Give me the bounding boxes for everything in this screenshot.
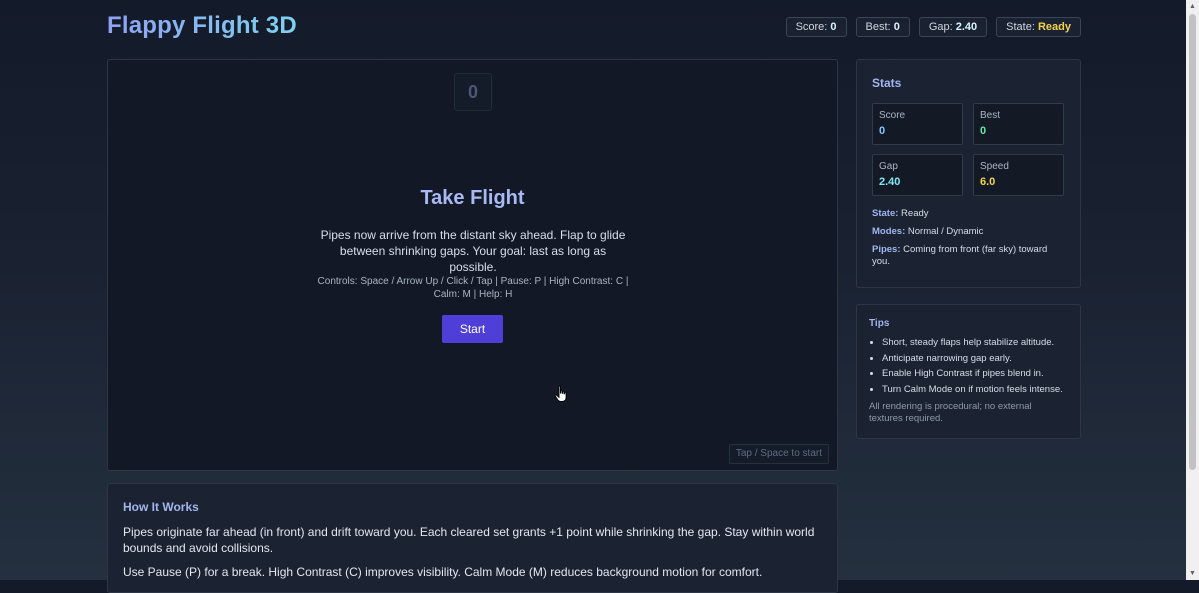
stat-speed-value: 6.0 <box>980 176 996 188</box>
tips-panel: Tips Short, steady flaps help stabilize … <box>856 304 1081 439</box>
tips-title: Tips <box>869 318 890 329</box>
how-it-works-text-2: Use Pause (P) for a break. High Contrast… <box>123 565 763 579</box>
game-canvas[interactable]: 0 Take Flight Pipes now arrive from the … <box>107 59 838 471</box>
cursor-icon <box>554 385 567 402</box>
hud-score-value: 0 <box>830 21 837 33</box>
page-scrollbar[interactable]: ▲ ▼ <box>1186 0 1199 580</box>
app-title: Flappy Flight 3D <box>107 12 297 39</box>
hud-state-chip: State: Ready <box>996 17 1081 37</box>
stat-state-value: Ready <box>901 208 929 219</box>
tips-list: Short, steady flaps help stabilize altit… <box>869 335 1068 397</box>
stat-tile-score: Score 0 <box>872 103 963 145</box>
stat-tile-speed: Speed 6.0 <box>973 154 1064 196</box>
hud-best-chip: Best: 0 <box>855 17 910 37</box>
live-score-display: 0 <box>454 73 492 111</box>
hud-gap-label: Gap: <box>928 21 953 33</box>
stat-tile-gap: Gap 2.40 <box>872 154 963 196</box>
how-it-works-text-1: Pipes originate far ahead (in front) and… <box>123 525 815 555</box>
hud-score-chip: Score: 0 <box>785 17 847 37</box>
stats-title: Stats <box>872 76 902 90</box>
stat-pipes-label: Pipes: <box>872 244 901 255</box>
stat-pipes-row: Pipes: Coming from front (far sky) towar… <box>872 244 1065 268</box>
how-it-works-panel: How It Works Pipes originate far ahead (… <box>107 483 838 593</box>
hud-bar: Score: 0 Best: 0 Gap: 2.40 State: Ready <box>785 17 1081 37</box>
tip-item: Anticipate narrowing gap early. <box>882 351 1068 367</box>
stat-best-value: 0 <box>980 125 987 137</box>
stats-panel: Stats Score 0 Best 0 Gap 2.40 Speed 6.0 … <box>856 59 1081 288</box>
stat-score-label: Score <box>879 110 906 121</box>
page: Flappy Flight 3D Score: 0 Best: 0 Gap: 2… <box>0 0 1186 593</box>
stat-modes-row: Modes: Normal / Dynamic <box>872 226 1065 238</box>
stat-best-label: Best <box>980 110 1001 121</box>
tip-item: Short, steady flaps help stabilize altit… <box>882 335 1068 351</box>
hud-score-label: Score: <box>795 21 828 33</box>
stat-gap-label: Gap <box>879 161 898 172</box>
hud-state-value: Ready <box>1037 21 1071 33</box>
stat-modes-label: Modes: <box>872 226 906 237</box>
stat-tile-best: Best 0 <box>973 103 1064 145</box>
scroll-up-icon[interactable]: ▲ <box>1186 0 1199 13</box>
start-hint: Tap / Space to start <box>728 444 829 464</box>
overlay-description: Pipes now arrive from the distant sky ah… <box>320 228 626 274</box>
overlay-controls: Controls: Space / Arrow Up / Click / Tap… <box>317 276 629 300</box>
hud-best-label: Best: <box>865 21 891 33</box>
stats-grid: Score 0 Best 0 Gap 2.40 Speed 6.0 <box>872 103 1065 196</box>
stat-gap-value: 2.40 <box>879 176 901 188</box>
scrollbar-thumb[interactable] <box>1189 14 1196 470</box>
tip-item: Enable High Contrast if pipes blend in. <box>882 366 1068 382</box>
stat-modes-value: Normal / Dynamic <box>907 226 984 237</box>
start-button[interactable]: Start <box>442 315 503 343</box>
stat-state-row: State: Ready <box>872 208 1065 220</box>
stats-details: State: Ready Modes: Normal / Dynamic Pip… <box>872 208 1065 268</box>
overlay-title: Take Flight <box>420 187 525 209</box>
tips-note: All rendering is procedural; no external… <box>869 401 1032 424</box>
hud-gap-value: 2.40 <box>955 21 978 33</box>
stat-score-value: 0 <box>879 125 886 137</box>
stat-state-label: State: <box>872 208 899 219</box>
scroll-down-icon[interactable]: ▼ <box>1186 567 1199 580</box>
hud-best-value: 0 <box>893 21 900 33</box>
hud-gap-chip: Gap: 2.40 <box>918 17 988 37</box>
stat-speed-label: Speed <box>980 161 1009 172</box>
hud-state-label: State: <box>1006 21 1035 33</box>
tip-item: Turn Calm Mode on if motion feels intens… <box>882 382 1068 398</box>
how-it-works-title: How It Works <box>123 500 199 514</box>
